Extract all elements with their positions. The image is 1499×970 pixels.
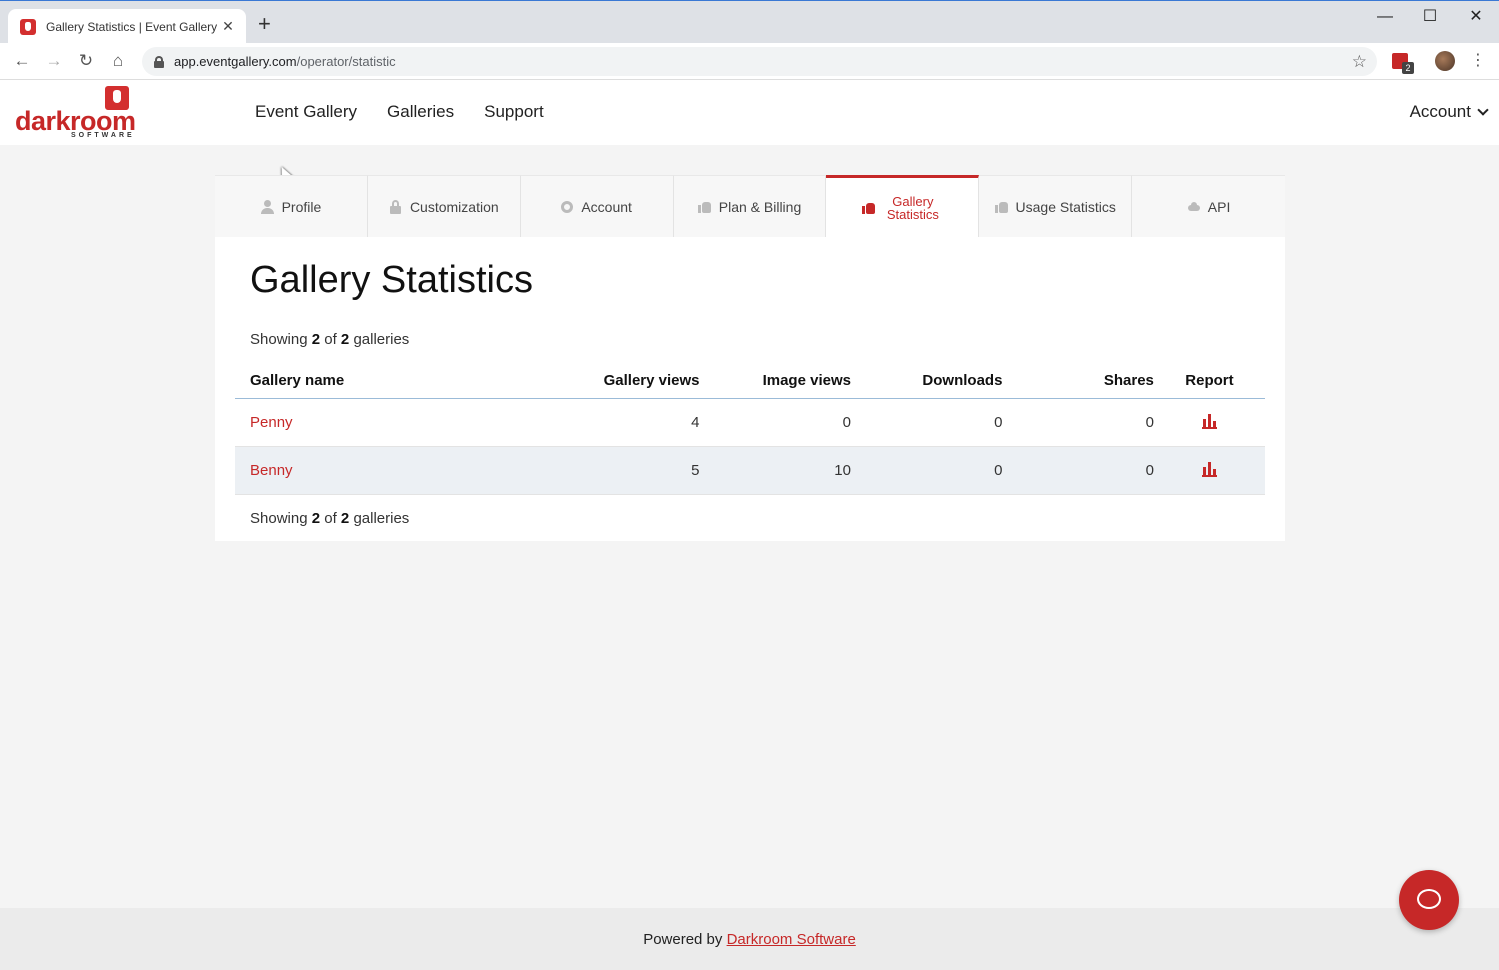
image-views-cell: 10 <box>699 446 851 495</box>
tab-label: Account <box>581 198 632 215</box>
header-image-views: Image views <box>699 363 851 399</box>
user-icon <box>260 200 274 214</box>
nav-support[interactable]: Support <box>484 102 544 122</box>
main-nav: Event Gallery Galleries Support <box>255 102 544 122</box>
nav-galleries[interactable]: Galleries <box>387 102 454 122</box>
gallery-name-cell: Penny <box>235 398 549 447</box>
tab-gallery-statistics[interactable]: Gallery Statistics <box>826 175 980 237</box>
showing-suffix: galleries <box>353 331 410 348</box>
browser-tab[interactable]: Gallery Statistics | Event Gallery ✕ <box>8 9 246 44</box>
tab-usage-statistics[interactable]: Usage Statistics <box>979 175 1133 237</box>
tab-api[interactable]: API <box>1132 175 1286 237</box>
tab-label: Plan & Billing <box>718 198 802 215</box>
header-shares: Shares <box>1002 363 1154 399</box>
showing-count: 2 <box>311 510 321 527</box>
tab-label: Gallery Statistics <box>886 193 939 222</box>
header-report: Report <box>1153 363 1265 399</box>
showing-of: of <box>324 510 337 527</box>
home-button[interactable]: ⌂ <box>107 50 129 72</box>
bar-chart-icon[interactable] <box>1201 413 1217 429</box>
back-button[interactable]: ← <box>11 50 33 72</box>
footer-prefix: Powered by <box>643 931 723 948</box>
reload-button[interactable]: ↻ <box>75 50 97 72</box>
showing-suffix: galleries <box>353 510 410 527</box>
showing-prefix: Showing <box>250 331 308 348</box>
gallery-statistics-table: Gallery name Gallery views Image views D… <box>235 363 1265 495</box>
shares-cell: 0 <box>1002 398 1154 447</box>
showing-count: 2 <box>311 331 321 348</box>
report-cell <box>1153 398 1265 447</box>
gallery-name-cell: Benny <box>235 446 549 495</box>
thumbs-up-icon <box>994 200 1008 213</box>
results-count-bottom: Showing 2 of 2 galleries <box>250 510 409 527</box>
darkroom-favicon-icon <box>20 18 36 35</box>
account-menu-label: Account <box>1409 102 1471 121</box>
maximize-button[interactable]: ☐ <box>1415 7 1445 27</box>
header-downloads: Downloads <box>850 363 1003 399</box>
chat-bubble-icon[interactable] <box>1399 870 1459 930</box>
browser-toolbar: ← → ↻ ⌂ app.eventgallery.com/operator/st… <box>0 43 1499 80</box>
gallery-link[interactable]: Benny <box>250 462 293 479</box>
new-tab-button[interactable]: + <box>258 13 271 35</box>
tab-label: Profile <box>281 198 322 215</box>
bar-chart-icon[interactable] <box>1201 461 1217 477</box>
browser-menu-icon[interactable]: ⋮ <box>1470 50 1486 70</box>
settings-card: Profile Customization Account Plan & Bil… <box>215 175 1286 541</box>
showing-prefix: Showing <box>250 510 308 527</box>
thumbs-up-icon <box>697 200 711 213</box>
gear-icon <box>561 200 574 213</box>
chevron-down-icon <box>1477 104 1489 116</box>
page-title: Gallery Statistics <box>250 259 533 301</box>
table-header-row: Gallery name Gallery views Image views D… <box>235 363 1265 399</box>
tab-account[interactable]: Account <box>520 175 674 237</box>
tab-label: API <box>1207 198 1231 215</box>
header-gallery-name: Gallery name <box>235 363 549 399</box>
close-tab-icon[interactable]: ✕ <box>220 18 236 35</box>
account-menu[interactable]: Account <box>1409 102 1489 122</box>
url-host: app.eventgallery.com <box>174 54 297 69</box>
tab-plan-billing[interactable]: Plan & Billing <box>673 175 827 237</box>
lock-icon <box>389 200 402 214</box>
gallery-views-cell: 4 <box>548 398 700 447</box>
nav-event-gallery[interactable]: Event Gallery <box>255 102 357 122</box>
lock-icon <box>154 55 164 68</box>
shares-cell: 0 <box>1002 446 1154 495</box>
gallery-link[interactable]: Penny <box>250 414 293 431</box>
url-path: /operator/statistic <box>296 54 396 69</box>
tab-label: Usage Statistics <box>1015 198 1116 215</box>
tab-profile[interactable]: Profile <box>215 175 368 237</box>
gallery-views-cell: 5 <box>548 446 700 495</box>
forward-button[interactable]: → <box>43 50 65 72</box>
darkroom-logo[interactable]: darkroom SOFTWARE <box>15 86 136 140</box>
image-views-cell: 0 <box>699 398 851 447</box>
site-header: darkroom SOFTWARE Event Gallery Gallerie… <box>0 80 1499 145</box>
footer-darkroom-link[interactable]: Darkroom Software <box>727 931 856 948</box>
profile-avatar[interactable] <box>1435 51 1455 71</box>
cloud-icon <box>1187 200 1200 213</box>
close-window-button[interactable]: ✕ <box>1461 7 1491 27</box>
browser-titlebar: Gallery Statistics | Event Gallery ✕ + —… <box>0 0 1499 44</box>
downloads-cell: 0 <box>850 398 1003 447</box>
downloads-cell: 0 <box>850 446 1003 495</box>
header-gallery-views: Gallery views <box>548 363 700 399</box>
site-footer: Powered by Darkroom Software <box>0 908 1499 970</box>
results-count-top: Showing 2 of 2 galleries <box>250 331 409 348</box>
table-row: Benny 5 10 0 0 <box>235 446 1265 495</box>
address-bar[interactable]: app.eventgallery.com/operator/statistic … <box>142 47 1377 76</box>
tab-customization[interactable]: Customization <box>367 175 521 237</box>
bookmark-star-icon[interactable]: ☆ <box>1352 52 1367 72</box>
extension-badge: 2 <box>1402 62 1414 74</box>
logo-subtext: SOFTWARE <box>71 132 135 139</box>
showing-total: 2 <box>340 331 350 348</box>
tab-label: Customization <box>409 198 499 215</box>
minimize-button[interactable]: — <box>1370 7 1400 27</box>
thumbs-up-icon <box>861 201 875 214</box>
showing-of: of <box>324 331 337 348</box>
table-row: Penny 4 0 0 0 <box>235 398 1265 447</box>
report-cell <box>1153 446 1265 495</box>
showing-total: 2 <box>340 510 350 527</box>
settings-tabs: Profile Customization Account Plan & Bil… <box>215 175 1286 237</box>
browser-tab-title: Gallery Statistics | Event Gallery <box>46 19 218 34</box>
